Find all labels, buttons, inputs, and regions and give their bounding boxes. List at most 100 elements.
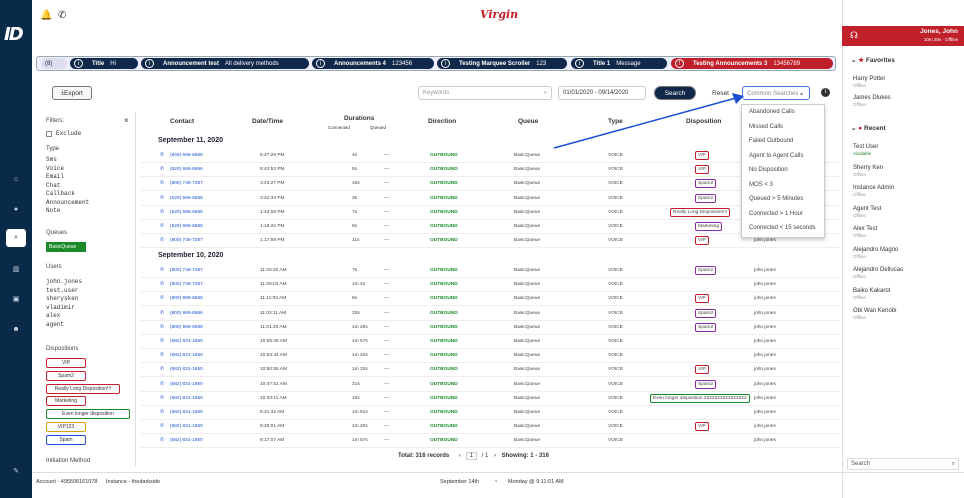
type-checkbox[interactable]: Sms	[46, 156, 89, 164]
page-input[interactable]: 1	[465, 452, 477, 460]
close-icon[interactable]: ×	[124, 116, 129, 125]
table-row[interactable]: ✆ (682) 831-1650 10:55:45 AM 1m 57s — OUTBOUN…	[140, 335, 840, 349]
cell-contact[interactable]: (682) 831-1650	[170, 353, 203, 358]
common-searches-select[interactable]: Common Searches ▴	[742, 86, 810, 100]
type-checkbox[interactable]: Email	[46, 173, 89, 181]
search-nav-icon[interactable]: ⌕	[6, 229, 26, 247]
ticker-item[interactable]: i Announcements 4 123456	[312, 58, 434, 69]
recent-contact[interactable]: Alejandro Dellucas Offline	[853, 267, 903, 279]
table-row[interactable]: ✆ (800) 746-7287 11:28:20 AM 7s — OUTBOUND Bas…	[140, 264, 840, 278]
disposition-chip[interactable]: VIP	[46, 358, 86, 368]
cell-contact[interactable]: (682) 831-1650	[170, 438, 203, 443]
recent-contact[interactable]: Alex Test Offline	[853, 226, 877, 238]
user-checkbox[interactable]: agent	[46, 321, 82, 329]
col-datetime[interactable]: Date/Time	[252, 118, 283, 125]
common-search-option[interactable]: Connected < 15 seconds	[742, 221, 824, 236]
table-row[interactable]: ✆ (800) 746-7287 1:17:58 PM 11s — OUTBOUND Bas…	[140, 234, 840, 249]
contact-search-input[interactable]: Search ⌕	[847, 458, 959, 470]
recent-contact[interactable]: Instance Admin Offline	[853, 185, 894, 197]
disposition-chip[interactable]: Even longer disposition	[46, 409, 130, 420]
table-row[interactable]: ✆ (682) 831-1650 10:53:44 AM 1m 22s — OUTBOUN…	[140, 349, 840, 364]
user-checkbox[interactable]: test.user	[46, 287, 82, 295]
exclude-checkbox[interactable]: Exclude	[46, 130, 81, 138]
cell-contact[interactable]: (682) 831-1650	[170, 410, 203, 415]
common-search-option[interactable]: Agent to Agent Calls	[742, 149, 824, 164]
table-row[interactable]: ✆ (682) 831-1650 8:17:07 AM 1m 57s — OUTBOUND…	[140, 434, 840, 449]
favorites-header[interactable]: ⌄ ★ Favorites	[851, 56, 895, 64]
table-row[interactable]: ✆ (682) 831-1650 10:33:11 AM 10s — OUTBOUND Ba…	[140, 392, 840, 406]
col-direction[interactable]: Direction	[428, 118, 456, 125]
cell-contact[interactable]: (682) 831-1650	[170, 367, 203, 372]
reports-icon[interactable]: ▥	[6, 260, 26, 278]
type-checkbox[interactable]: Announcement	[46, 199, 89, 207]
user-checkbox[interactable]: alex	[46, 312, 82, 320]
cell-contact[interactable]: (949) 666-6666	[170, 153, 203, 158]
cell-contact[interactable]: (682) 831-1650	[170, 424, 203, 429]
col-contact[interactable]: Contact	[170, 118, 194, 125]
table-row[interactable]: ✆ (682) 831-1650 8:21:32 AM 1m 51s — OUTBOUND…	[140, 406, 840, 420]
help-icon[interactable]: i	[821, 88, 830, 97]
table-row[interactable]: ✆ (800) 746-7287 11:29:03 AM 1m 4s — OUTBOUND…	[140, 278, 840, 293]
next-page-icon[interactable]: ›	[494, 453, 496, 459]
favorite-contact[interactable]: Harry Potter Offline	[853, 76, 885, 88]
cell-contact[interactable]: (800) 966-6566	[170, 325, 203, 330]
users-icon[interactable]: ☻	[6, 320, 26, 338]
common-search-option[interactable]: MOS < 3	[742, 178, 824, 193]
table-row[interactable]: ✆ (682) 831-1650 10:50:55 AM 1m 32s — OUTBOUN…	[140, 363, 840, 378]
ticker-item[interactable]: i Title Hi	[70, 58, 138, 69]
cell-contact[interactable]: (520) 666-6666	[170, 224, 203, 229]
cell-contact[interactable]: (800) 966-6566	[170, 296, 203, 301]
cell-contact[interactable]: (800) 746-7287	[170, 282, 203, 287]
disposition-chip[interactable]: Marketing	[46, 396, 86, 407]
recent-contact[interactable]: Obi Wan Kenobi Offline	[853, 308, 896, 320]
ticker-item[interactable]: ! Testing Announcements 3 13456789	[671, 58, 833, 69]
queue-chip[interactable]: BasicQueue	[46, 242, 86, 252]
common-search-option[interactable]: Missed Calls	[742, 120, 824, 135]
ticker-item[interactable]: i Testing Marquee Scroller 123	[437, 58, 567, 69]
type-checkbox[interactable]: Callback	[46, 190, 89, 198]
type-checkbox[interactable]: Voice	[46, 165, 89, 173]
cell-contact[interactable]: (682) 831-1650	[170, 382, 203, 387]
user-checkbox[interactable]: john.jones	[46, 278, 82, 286]
recent-contact[interactable]: Alejandro Magno Offline	[853, 247, 898, 259]
cell-contact[interactable]: (800) 746-7287	[170, 238, 203, 243]
recent-contact[interactable]: Baiko Kakarot Offline	[853, 288, 890, 300]
ticker-count[interactable]: (8)	[41, 58, 67, 69]
col-connected[interactable]: Connected	[328, 125, 350, 130]
prev-page-icon[interactable]: ‹	[459, 453, 461, 459]
recent-contact[interactable]: Test User Available	[853, 144, 878, 156]
user-status-badge[interactable]: ☊ Jones, John 10m 28s · Offline	[842, 26, 964, 46]
disposition-chip[interactable]: Really Long Disposition!!!	[46, 383, 120, 394]
common-search-option[interactable]: Failed Outbound	[742, 134, 824, 149]
table-row[interactable]: ✆ (520) 666-6666 3:42:34 PM 3s — OUTBOUND Basi…	[140, 192, 840, 206]
phone-icon[interactable]: ✆	[58, 10, 66, 21]
ticker-item[interactable]: i Announcement test All delivery methods	[141, 58, 309, 69]
recent-contact[interactable]: Agent Test Offline	[853, 206, 881, 218]
disposition-chip[interactable]: VIP123	[46, 422, 86, 432]
export-button[interactable]: ⤓ Export	[52, 86, 92, 100]
user-checkbox[interactable]: vladimir	[46, 304, 82, 312]
table-row[interactable]: ✆ (520) 666-6666 5:43:53 PM 5s — OUTBOUND Basi…	[140, 163, 840, 178]
table-row[interactable]: ✆ (520) 666-6666 1:43:55 PM 7s — OUTBOUND Basi…	[140, 206, 840, 220]
cell-contact[interactable]: (682) 831-1650	[170, 339, 203, 344]
common-search-option[interactable]: Abandoned Calls	[742, 105, 824, 120]
contacts-icon[interactable]: ●	[6, 200, 26, 218]
settings-icon[interactable]: ✎	[6, 462, 26, 480]
bell-icon[interactable]: 🔔	[40, 10, 52, 21]
queue-icon[interactable]: ▣	[6, 290, 26, 308]
cell-contact[interactable]: (520) 666-6666	[170, 196, 203, 201]
cell-contact[interactable]: (800) 746-7287	[170, 268, 203, 273]
cell-contact[interactable]: (682) 831-1650	[170, 396, 203, 401]
disposition-chip[interactable]: Spam	[46, 434, 86, 445]
user-checkbox[interactable]: sherysken	[46, 295, 82, 303]
table-row[interactable]: ✆ (800) 966-6566 11:01:20 AM 1m 26s — OUTBOUN…	[140, 321, 840, 335]
recent-header[interactable]: ⌄ ● Recent	[851, 124, 886, 132]
cell-contact[interactable]: (520) 666-6666	[170, 167, 203, 172]
common-search-option[interactable]: Connected > 1 Hour	[742, 207, 824, 222]
cell-contact[interactable]: (800) 966-6566	[170, 311, 203, 316]
type-checkbox[interactable]: Chat	[46, 182, 89, 190]
cell-contact[interactable]: (800) 746-7287	[170, 181, 203, 186]
table-row[interactable]: ✆ (682) 831-1650 10:47:51 AM 31s — OUTBOUND Ba…	[140, 378, 840, 392]
home-icon[interactable]: ⌂	[6, 170, 26, 188]
col-queued[interactable]: Queued	[370, 125, 386, 130]
